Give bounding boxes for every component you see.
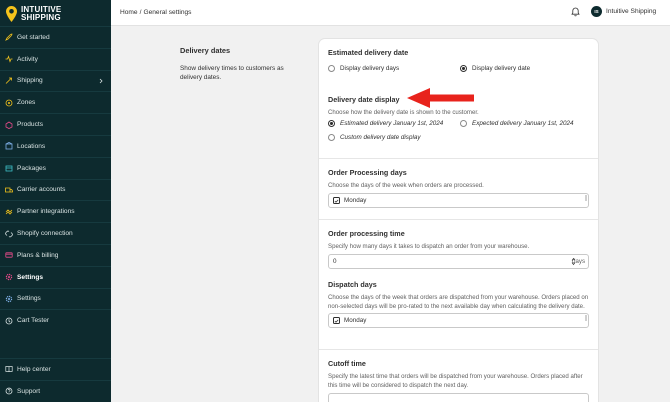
activity-icon bbox=[5, 55, 13, 63]
packages-icon bbox=[5, 164, 13, 172]
radio-display-days[interactable]: Display delivery days bbox=[328, 65, 399, 72]
gear-icon bbox=[5, 295, 13, 303]
breadcrumb: Home / General settings bbox=[120, 9, 191, 16]
book-icon bbox=[5, 365, 13, 373]
divider bbox=[319, 158, 598, 159]
radio-circle-checked[interactable] bbox=[460, 65, 467, 72]
cart-icon bbox=[5, 317, 13, 325]
divider bbox=[319, 219, 598, 220]
dispatch-days-select[interactable]: Monday bbox=[328, 313, 589, 328]
sidebar-item-activity[interactable]: Activity bbox=[0, 47, 111, 70]
breadcrumb-home[interactable]: Home bbox=[120, 9, 138, 16]
scrollbar[interactable] bbox=[585, 195, 587, 201]
radio-expected-delivery[interactable]: Expected delivery January 1st, 2024 bbox=[460, 120, 574, 127]
zones-icon bbox=[5, 99, 13, 107]
breadcrumb-separator: / bbox=[139, 9, 142, 16]
sidebar-item-products[interactable]: Products bbox=[0, 113, 111, 135]
sidebar-item-partner-integrations[interactable]: Partner integrations bbox=[0, 200, 111, 222]
billing-icon bbox=[5, 251, 13, 259]
checkmark-icon bbox=[334, 319, 339, 323]
radio-estimated-delivery[interactable]: Estimated delivery January 1st, 2024 bbox=[328, 120, 443, 127]
sidebar-item-settings[interactable]: Settings bbox=[0, 287, 111, 310]
sidebar-item-get-started[interactable]: Get started bbox=[0, 26, 111, 48]
locations-icon bbox=[5, 142, 13, 150]
avatar: IS bbox=[591, 6, 602, 17]
processing-time-suffix: days bbox=[572, 258, 585, 265]
support-icon bbox=[5, 387, 13, 395]
cutoff-time-subtitle: Specify the latest time that orders will… bbox=[328, 373, 583, 389]
shopify-icon bbox=[5, 230, 13, 238]
location-pin-icon bbox=[6, 6, 17, 22]
user-menu[interactable]: IS Intuitive Shipping bbox=[591, 6, 656, 17]
section-description: Show delivery times to customers as deli… bbox=[180, 65, 284, 82]
carrier-icon bbox=[5, 186, 13, 194]
divider bbox=[319, 349, 598, 350]
cutoff-time-input[interactable] bbox=[328, 393, 589, 402]
red-arrow-annotation bbox=[407, 88, 474, 108]
sidebar-item-zones[interactable]: Zones bbox=[0, 91, 111, 113]
sidebar-item-help-center[interactable]: Help center bbox=[0, 358, 111, 380]
cutoff-time-title: Cutoff time bbox=[328, 359, 366, 368]
products-icon bbox=[5, 121, 13, 129]
processing-days-block: Order Processing days Choose the days of… bbox=[319, 168, 598, 208]
estimated-delivery-block: Estimated delivery date Display delivery… bbox=[319, 48, 598, 77]
rocket-icon bbox=[5, 33, 13, 42]
scrollbar[interactable] bbox=[585, 315, 587, 321]
radio-circle[interactable] bbox=[328, 134, 335, 141]
sidebar-item-shipping[interactable]: Shipping bbox=[0, 69, 111, 92]
checkbox-monday[interactable] bbox=[333, 317, 340, 324]
dispatch-days-subtitle: Choose the days of the week that orders … bbox=[328, 294, 589, 310]
shipping-icon bbox=[5, 77, 13, 85]
gear-icon bbox=[5, 273, 13, 281]
sidebar-item-locations[interactable]: Locations bbox=[0, 134, 111, 157]
brand-logo[interactable]: INTUITIVE SHIPPING bbox=[6, 4, 106, 24]
radio-display-date[interactable]: Display delivery date bbox=[460, 65, 530, 72]
sidebar-item-packages[interactable]: Packages bbox=[0, 156, 111, 179]
dispatch-days-block: Dispatch days Choose the days of the wee… bbox=[319, 280, 598, 328]
sidebar-item-shopify-connection[interactable]: Shopify connection bbox=[0, 222, 111, 244]
processing-days-subtitle: Choose the days of the week when orders … bbox=[328, 182, 484, 189]
sidebar: INTUITIVE SHIPPING Get started Activity … bbox=[0, 0, 111, 402]
processing-time-title: Order processing time bbox=[328, 229, 405, 238]
radio-circle-checked[interactable] bbox=[328, 120, 335, 127]
checkmark-icon bbox=[334, 199, 339, 203]
partner-icon bbox=[5, 208, 13, 216]
processing-days-select[interactable]: Monday bbox=[328, 193, 589, 208]
radio-custom-display[interactable]: Custom delivery date display bbox=[328, 134, 421, 141]
user-name: Intuitive Shipping bbox=[606, 8, 657, 15]
sidebar-item-carrier-accounts[interactable]: Carrier accounts bbox=[0, 178, 111, 201]
processing-time-subtitle: Specify how many days it takes to dispat… bbox=[328, 243, 530, 250]
sidebar-item-settings-active[interactable]: Settings bbox=[0, 265, 111, 288]
top-bar: Home / General settings IS Intuitive Shipp… bbox=[111, 0, 670, 26]
radio-circle[interactable] bbox=[328, 65, 335, 72]
sidebar-nav: Get started Activity Shipping Zones Prod… bbox=[0, 26, 111, 331]
processing-time-block: Order processing time Specify how many d… bbox=[319, 229, 598, 269]
sidebar-item-cart-tester[interactable]: Cart Tester bbox=[0, 309, 111, 331]
sidebar-item-support[interactable]: Support bbox=[0, 379, 111, 402]
breadcrumb-current: General settings bbox=[143, 9, 192, 16]
section-title: Delivery dates bbox=[180, 46, 231, 55]
bell-icon[interactable] bbox=[571, 7, 580, 17]
checkbox-monday[interactable] bbox=[333, 197, 340, 204]
sidebar-item-plans-billing[interactable]: Plans & billing bbox=[0, 243, 111, 266]
brand-name: INTUITIVE SHIPPING bbox=[21, 5, 62, 22]
dispatch-days-title: Dispatch days bbox=[328, 280, 377, 289]
estimated-delivery-title: Estimated delivery date bbox=[328, 48, 409, 57]
cutoff-time-block: Cutoff time Specify the latest time that… bbox=[319, 359, 598, 402]
sidebar-bottom-nav: Help center Support bbox=[0, 358, 111, 402]
processing-time-input[interactable]: 0 days bbox=[328, 254, 589, 269]
chevron-right-icon bbox=[99, 78, 103, 83]
radio-circle[interactable] bbox=[460, 120, 467, 127]
processing-days-title: Order Processing days bbox=[328, 168, 407, 177]
